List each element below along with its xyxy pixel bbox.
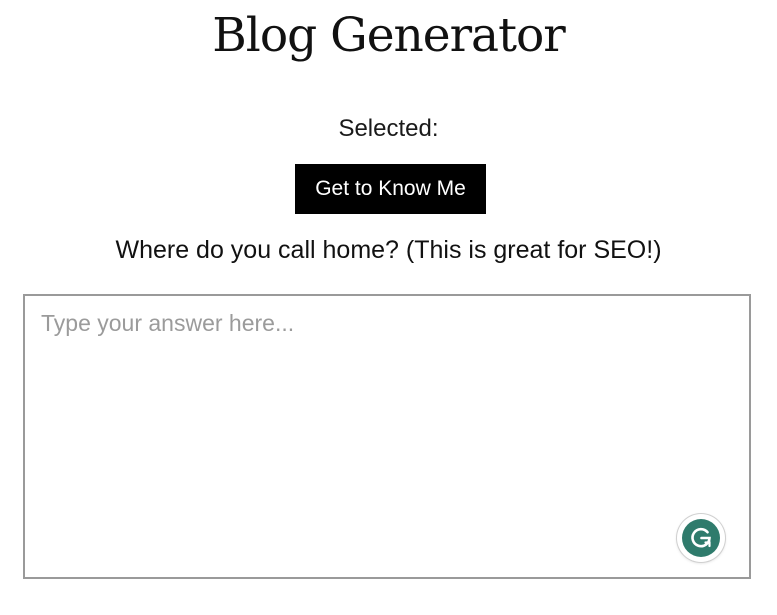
grammarly-button[interactable] — [677, 514, 725, 562]
category-button[interactable]: Get to Know Me — [295, 164, 486, 214]
page-title: Blog Generator — [212, 8, 565, 63]
answer-textarea[interactable] — [25, 296, 749, 577]
selected-label: Selected: — [338, 115, 439, 142]
grammarly-icon — [682, 519, 720, 557]
answer-box — [23, 294, 751, 579]
question-label: Where do you call home? (This is great f… — [115, 236, 662, 264]
